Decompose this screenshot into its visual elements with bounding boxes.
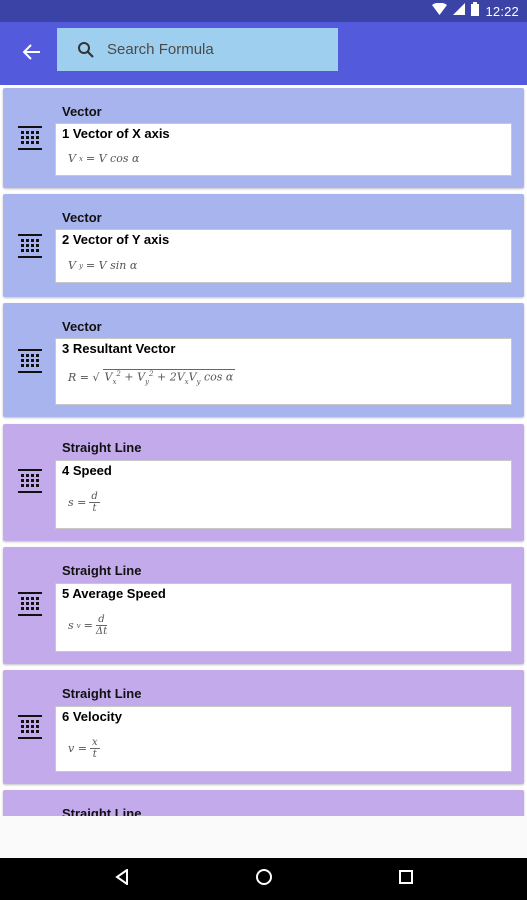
nav-back-button[interactable] <box>111 868 133 890</box>
back-button[interactable] <box>16 38 48 70</box>
grid-list-icon <box>18 349 46 375</box>
formula-list: Vector 1 Vector of X axis Vx = V cos α V… <box>0 85 527 816</box>
formula-box: 3 Resultant Vector R = √ Vx2 + Vy2 + 2VxV… <box>55 338 512 405</box>
formula-card[interactable]: Straight Line <box>3 790 524 816</box>
formula-title: 2 Vector of Y axis <box>62 232 170 247</box>
formula-card[interactable]: Straight Line 4 Speed s = dt <box>3 424 524 541</box>
card-category: Straight Line <box>62 563 142 578</box>
status-bar: 12:22 <box>0 0 527 22</box>
formula-card[interactable]: Straight Line 5 Average Speed sv = d Δt <box>3 547 524 664</box>
formula-expression: s = dt <box>68 491 100 514</box>
grid-list-icon <box>18 715 46 741</box>
square-recents-icon <box>398 869 414 889</box>
search-input[interactable]: Search Formula <box>57 28 338 71</box>
signal-icon <box>453 2 466 20</box>
card-category: Straight Line <box>62 440 142 455</box>
circle-home-icon <box>255 868 273 890</box>
grid-list-icon <box>18 592 46 618</box>
formula-title: 4 Speed <box>62 463 112 478</box>
search-icon <box>77 41 95 59</box>
list-footer-area <box>0 816 527 858</box>
formula-title: 3 Resultant Vector <box>62 341 176 356</box>
nav-home-button[interactable] <box>253 868 275 890</box>
status-time: 12:22 <box>485 3 519 19</box>
battery-icon <box>471 1 480 21</box>
wifi-icon <box>432 2 448 20</box>
formula-box: 4 Speed s = dt <box>55 460 512 529</box>
formula-box: 5 Average Speed sv = d Δt <box>55 583 512 652</box>
search-placeholder: Search Formula <box>107 41 214 58</box>
formula-card[interactable]: Vector 3 Resultant Vector R = √ Vx2 + Vy2… <box>3 303 524 417</box>
formula-box: 2 Vector of Y axis Vy = V sin α <box>55 229 512 283</box>
formula-title: 6 Velocity <box>62 709 122 724</box>
formula-box: 6 Velocity v = xt <box>55 706 512 772</box>
status-icons: 12:22 <box>432 1 519 21</box>
formula-box: 1 Vector of X axis Vx = V cos α <box>55 123 512 176</box>
formula-expression: R = √ Vx2 + Vy2 + 2VxVy cos α <box>68 369 236 386</box>
formula-card[interactable]: Vector 1 Vector of X axis Vx = V cos α <box>3 88 524 188</box>
arrow-left-icon <box>22 44 41 64</box>
formula-title: 1 Vector of X axis <box>62 126 170 141</box>
card-category: Vector <box>62 104 102 119</box>
formula-expression: Vx = V cos α <box>68 152 140 165</box>
nav-recents-button[interactable] <box>395 868 417 890</box>
grid-list-icon <box>18 234 46 260</box>
formula-card[interactable]: Straight Line 6 Velocity v = xt <box>3 670 524 784</box>
formula-expression: v = xt <box>68 737 100 760</box>
formula-title: 5 Average Speed <box>62 586 166 601</box>
app-bar: Search Formula <box>0 22 527 85</box>
card-category: Vector <box>62 210 102 225</box>
grid-list-icon <box>18 469 46 495</box>
formula-card[interactable]: Vector 2 Vector of Y axis Vy = V sin α <box>3 194 524 297</box>
formula-expression: sv = d Δt <box>68 614 108 637</box>
system-nav-bar <box>0 858 527 900</box>
grid-list-icon <box>18 126 46 152</box>
card-category: Straight Line <box>62 806 142 816</box>
card-category: Vector <box>62 319 102 334</box>
formula-expression: Vy = V sin α <box>68 259 138 272</box>
card-category: Straight Line <box>62 686 142 701</box>
triangle-back-icon <box>115 868 129 889</box>
